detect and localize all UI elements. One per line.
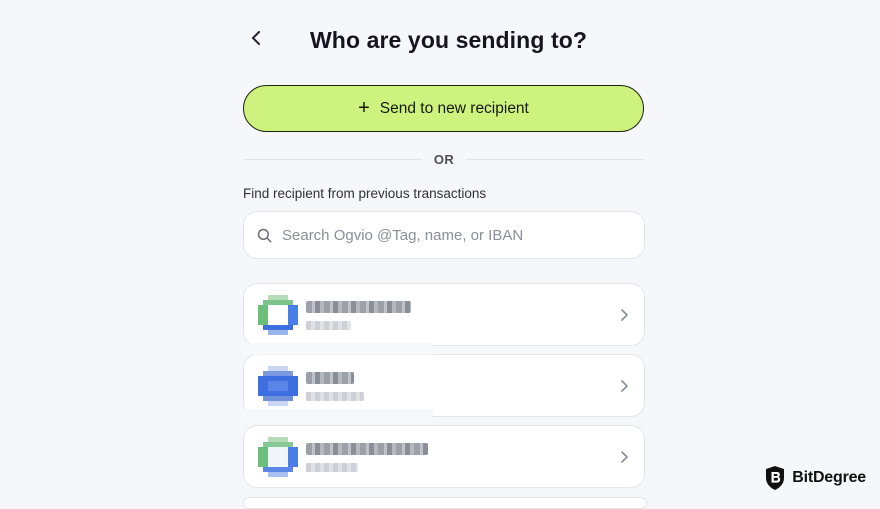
bitdegree-shield-logo [766, 466, 785, 490]
bitdegree-watermark: BitDegree [764, 465, 866, 491]
search-box[interactable] [243, 211, 645, 259]
recipient-row[interactable] [243, 354, 645, 417]
redaction-strip [243, 409, 433, 421]
recipient-row-partial[interactable] [243, 497, 647, 509]
or-divider: OR [243, 150, 645, 168]
page-title: Who are you sending to? [310, 27, 588, 53]
plus-icon: + [358, 96, 370, 119]
send-to-new-recipient-label: Send to new recipient [379, 99, 529, 117]
chevron-right-icon [621, 451, 628, 463]
or-label: OR [433, 151, 455, 167]
divider-line-left [243, 158, 422, 160]
chevron-right-icon [621, 380, 628, 392]
recipient-row[interactable] [243, 425, 645, 488]
bitdegree-brand-text: BitDegree [792, 469, 866, 486]
recipient-row[interactable] [243, 283, 645, 346]
recipient-tag-redacted [306, 392, 364, 401]
find-recipient-label: Find recipient from previous transaction… [243, 186, 487, 201]
chevron-right-icon [621, 309, 628, 321]
search-input[interactable] [280, 225, 624, 245]
back-button[interactable] [246, 28, 266, 48]
recipient-name-redacted [306, 443, 428, 455]
recipient-name-redacted [306, 301, 411, 313]
recipient-tag-redacted [306, 463, 358, 472]
redaction-strip [243, 343, 433, 355]
search-icon [257, 228, 272, 242]
recipient-avatar [258, 437, 298, 477]
chevron-left-icon [252, 31, 260, 45]
divider-line-right [466, 158, 645, 160]
recipient-name-redacted [306, 372, 354, 384]
send-to-new-recipient-button[interactable]: + Send to new recipient [243, 85, 644, 132]
recipient-list [243, 283, 645, 496]
recipient-tag-redacted [306, 321, 351, 330]
recipient-avatar [258, 295, 298, 335]
recipient-avatar [258, 366, 298, 406]
